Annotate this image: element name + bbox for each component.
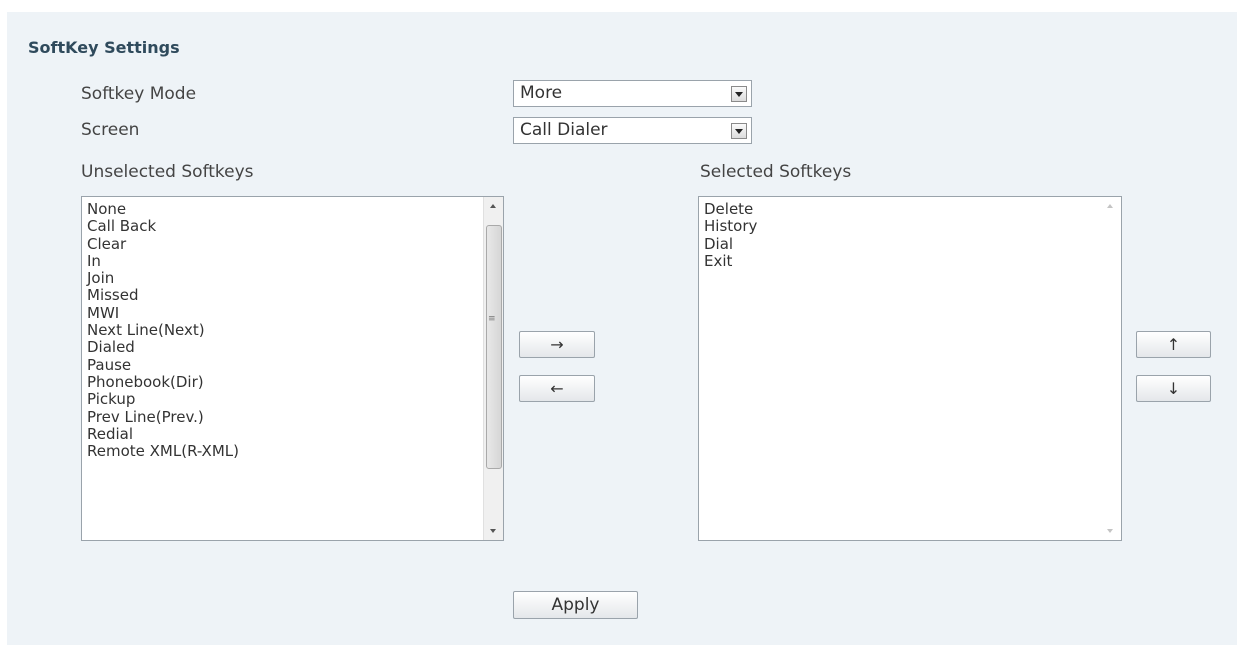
list-item[interactable]: In: [87, 252, 503, 270]
chevron-down-icon[interactable]: [731, 86, 747, 102]
list-item[interactable]: Clear: [87, 235, 503, 253]
list-item[interactable]: Call Back: [87, 217, 503, 235]
screen-select[interactable]: Call Dialer: [513, 117, 752, 144]
scroll-thumb[interactable]: [486, 225, 502, 469]
softkey-mode-select[interactable]: More: [513, 80, 752, 107]
list-item[interactable]: Exit: [704, 252, 1121, 270]
unselected-softkeys-label: Unselected Softkeys: [81, 162, 254, 182]
unselected-softkeys-list[interactable]: None Call Back Clear In Join Missed MWI …: [81, 196, 504, 541]
move-up-button[interactable]: ↑: [1136, 331, 1211, 358]
section-title: SoftKey Settings: [28, 38, 180, 57]
scroll-down-icon[interactable]: [484, 522, 503, 540]
list-item[interactable]: Next Line(Next): [87, 321, 503, 339]
scroll-up-icon[interactable]: [484, 197, 503, 215]
list-item[interactable]: Remote XML(R-XML): [87, 442, 503, 460]
list-item[interactable]: Dialed: [87, 339, 503, 357]
list-item[interactable]: History: [704, 217, 1121, 235]
screen-value: Call Dialer: [520, 120, 608, 140]
softkey-mode-value: More: [520, 83, 563, 103]
list-item[interactable]: Missed: [87, 287, 503, 305]
list-item[interactable]: Pause: [87, 356, 503, 374]
list-item[interactable]: Prev Line(Prev.): [87, 408, 503, 426]
grip-icon: ≡: [488, 314, 496, 324]
screen-label: Screen: [81, 120, 140, 140]
softkey-mode-label: Softkey Mode: [81, 84, 197, 104]
move-left-button[interactable]: ←: [519, 375, 595, 402]
selected-softkeys-list[interactable]: Delete History Dial Exit: [698, 196, 1122, 541]
selected-scrollbar: [1101, 197, 1121, 540]
list-item[interactable]: MWI: [87, 304, 503, 322]
list-item[interactable]: Phonebook(Dir): [87, 373, 503, 391]
list-item[interactable]: Redial: [87, 425, 503, 443]
list-item[interactable]: None: [87, 200, 503, 218]
unselected-scrollbar[interactable]: ≡: [483, 197, 503, 540]
list-item[interactable]: Delete: [704, 200, 1121, 218]
list-item[interactable]: Dial: [704, 235, 1121, 253]
list-item[interactable]: Pickup: [87, 390, 503, 408]
list-item[interactable]: Join: [87, 269, 503, 287]
selected-softkeys-label: Selected Softkeys: [700, 162, 852, 182]
apply-button[interactable]: Apply: [513, 591, 638, 619]
move-down-button[interactable]: ↓: [1136, 375, 1211, 402]
chevron-down-icon[interactable]: [731, 123, 747, 139]
scroll-down-icon: [1101, 522, 1120, 540]
move-right-button[interactable]: →: [519, 331, 595, 358]
scroll-up-icon: [1101, 197, 1120, 215]
